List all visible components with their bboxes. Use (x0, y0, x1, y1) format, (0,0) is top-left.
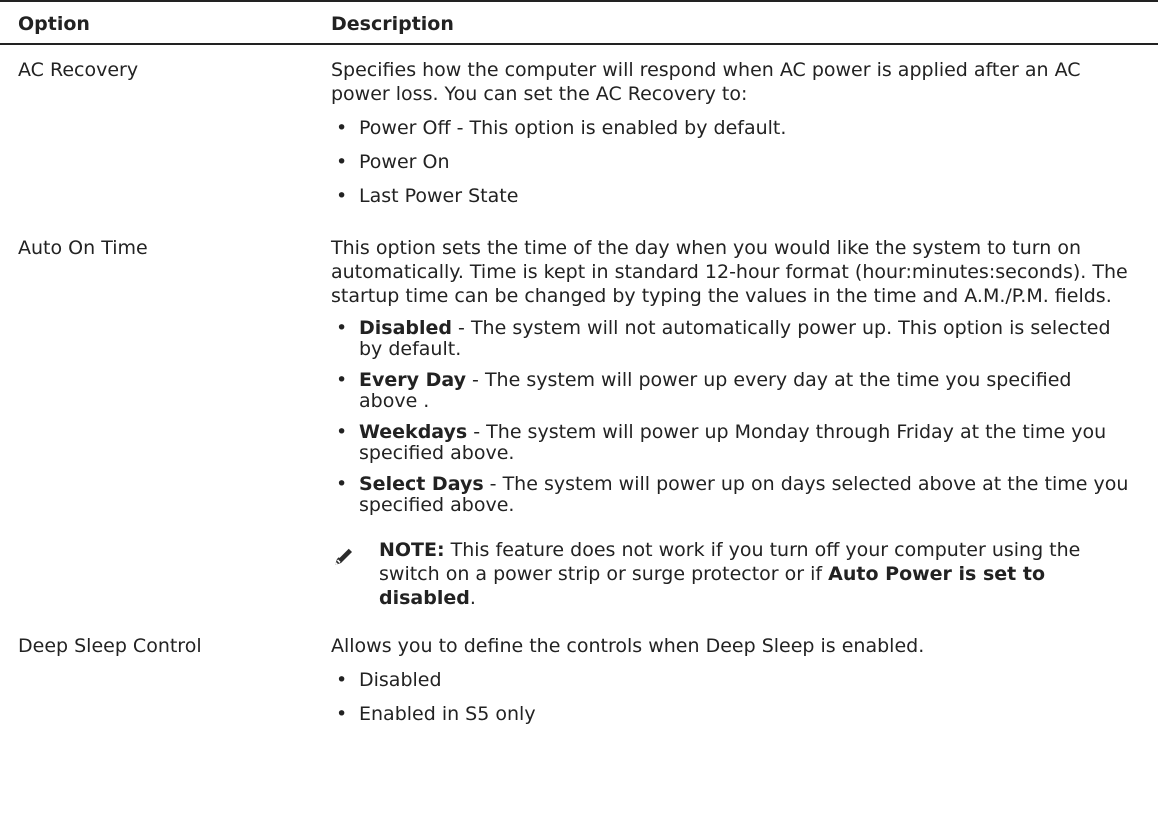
bullet-glyph: • (336, 151, 348, 173)
description-cell: Specifies how the computer will respond … (331, 58, 1131, 208)
description-cell: Allows you to define the controls when D… (331, 634, 1131, 726)
description-column-header: Description (331, 13, 454, 35)
list-item: • Disabled (331, 668, 1131, 692)
list-item-text: Disabled (359, 669, 442, 691)
options-table: Option Description AC Recovery Specifies… (0, 0, 1158, 726)
bullet-glyph: • (336, 317, 348, 339)
list-item: • Power On (331, 150, 1131, 174)
table-header: Option Description (0, 0, 1158, 45)
option-name: Auto On Time (18, 237, 148, 259)
bullet-glyph: • (336, 421, 348, 443)
list-item-text: Last Power State (359, 185, 519, 207)
option-name: AC Recovery (18, 59, 139, 81)
bullet-list: • Disabled - The system will not automat… (331, 318, 1131, 516)
list-item-term: Select Days (359, 473, 484, 495)
bullet-list: • Power Off - This option is enabled by … (331, 116, 1131, 208)
list-item-text: - The system will not automatically powe… (359, 317, 1111, 360)
list-item-text: Enabled in S5 only (359, 703, 536, 725)
pencil-note-icon (331, 545, 355, 569)
list-item-text: - The system will power up Monday throug… (359, 421, 1107, 464)
description-cell: This option sets the time of the day whe… (331, 236, 1131, 610)
list-item: • Disabled - The system will not automat… (331, 318, 1131, 360)
list-item-term: Disabled (359, 317, 453, 339)
list-item-text: - The system will power up every day at … (359, 369, 1072, 412)
list-item: • Weekdays - The system will power up Mo… (331, 422, 1131, 464)
list-item: • Every Day - The system will power up e… (331, 370, 1131, 412)
list-item: • Enabled in S5 only (331, 702, 1131, 726)
list-item: • Power Off - This option is enabled by … (331, 116, 1131, 140)
description-text: This option sets the time of the day whe… (331, 237, 1128, 307)
note-block: NOTE: This feature does not work if you … (331, 538, 1131, 610)
option-name: Deep Sleep Control (18, 635, 202, 657)
bullet-glyph: • (336, 117, 348, 139)
list-item-term: Weekdays (359, 421, 468, 443)
bullet-list: • Disabled • Enabled in S5 only (331, 668, 1131, 726)
list-item-text: Power On (359, 151, 450, 173)
bullet-glyph: • (336, 369, 348, 391)
option-column-header: Option (18, 13, 90, 35)
bullet-glyph: • (336, 473, 348, 495)
table-row-auto-on-time: Auto On Time This option sets the time o… (0, 208, 1158, 610)
note-label: NOTE: (379, 539, 445, 561)
table-row-ac-recovery: AC Recovery Specifies how the computer w… (0, 45, 1158, 208)
table-row-deep-sleep-control: Deep Sleep Control Allows you to define … (0, 610, 1158, 726)
list-item: • Select Days - The system will power up… (331, 474, 1131, 516)
description-text: Specifies how the computer will respond … (331, 59, 1081, 105)
description-text: Allows you to define the controls when D… (331, 635, 925, 657)
bullet-glyph: • (336, 669, 348, 691)
list-item-term: Every Day (359, 369, 467, 391)
note-end: . (469, 587, 476, 609)
list-item-text: Power Off - This option is enabled by de… (359, 117, 787, 139)
bullet-glyph: • (336, 185, 348, 207)
list-item: • Last Power State (331, 184, 1131, 208)
bullet-glyph: • (336, 703, 348, 725)
